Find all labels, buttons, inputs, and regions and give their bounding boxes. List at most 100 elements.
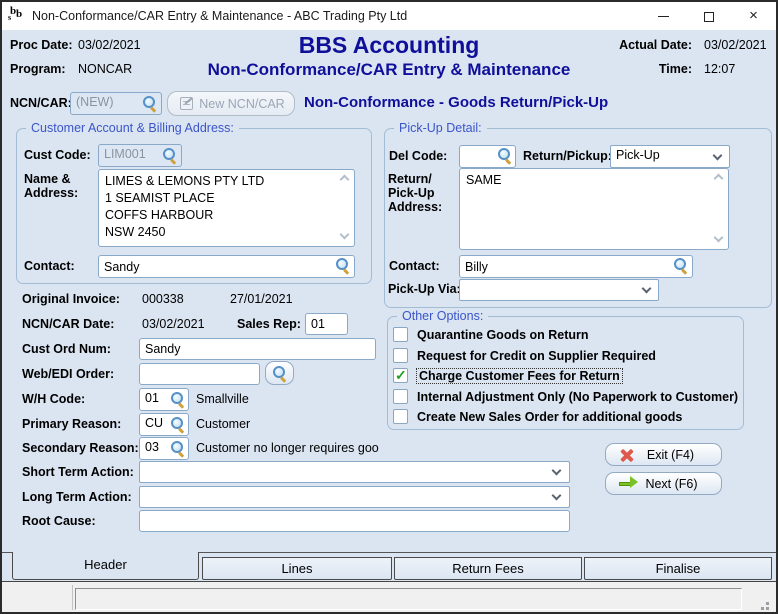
status-panel — [75, 588, 742, 610]
sales-rep-input[interactable] — [305, 313, 348, 335]
pickup-contact-label: Contact: — [389, 259, 440, 273]
scroll-up-icon[interactable] — [714, 174, 724, 184]
proc-date-label: Proc Date: — [10, 38, 73, 52]
next-button[interactable]: Next (F6) — [605, 472, 722, 495]
long-term-label: Long Term Action: — [22, 490, 132, 504]
customer-group-title: Customer Account & Billing Address: — [26, 121, 239, 135]
wh-code-value: 01 — [145, 391, 159, 405]
search-icon[interactable] — [335, 258, 351, 274]
wh-code-field[interactable]: 01 — [139, 388, 189, 411]
ncn-car-label: NCN/CAR: — [10, 96, 72, 110]
internal-adjustment-label[interactable]: Internal Adjustment Only (No Paperwork t… — [417, 390, 738, 404]
ncn-car-lookup[interactable]: (NEW) — [70, 92, 162, 115]
exit-x-icon — [620, 449, 633, 462]
program-value: NONCAR — [78, 62, 132, 76]
quarantine-label[interactable]: Quarantine Goods on Return — [417, 328, 589, 342]
cust-ord-input[interactable] — [139, 338, 376, 360]
actual-date-value: 03/02/2021 — [704, 38, 767, 52]
primary-reason-desc: Customer — [196, 417, 250, 431]
tab-header[interactable]: Header — [12, 552, 199, 580]
scroll-down-icon[interactable] — [714, 233, 724, 243]
original-invoice-number: 000338 — [142, 292, 184, 306]
billing-contact-input[interactable] — [98, 255, 355, 278]
scroll-down-icon[interactable] — [340, 230, 350, 240]
long-term-select[interactable] — [139, 486, 570, 508]
app-subtitle: Non-Conformance/CAR Entry & Maintenance — [208, 60, 571, 80]
app-icon-letter: s — [8, 13, 11, 22]
next-label: Next (F6) — [645, 473, 697, 495]
chevron-down-icon — [552, 466, 562, 476]
wh-code-desc: Smallville — [196, 392, 249, 406]
ncn-car-value: (NEW) — [76, 95, 114, 109]
primary-reason-value: CU — [145, 416, 163, 430]
minimize-button[interactable] — [641, 2, 686, 30]
pickup-via-select[interactable] — [459, 279, 659, 301]
pickup-contact-fieldwrap — [459, 255, 693, 278]
pickup-address-value: SAME — [466, 172, 708, 246]
name-address-textarea[interactable]: LIMES & LEMONS PTY LTD 1 SEAMIST PLACE C… — [98, 169, 355, 247]
secondary-reason-desc: Customer no longer requires goo — [196, 441, 379, 455]
search-icon[interactable] — [497, 148, 513, 164]
secondary-reason-field[interactable]: 03 — [139, 437, 189, 460]
close-button[interactable]: × — [731, 2, 776, 30]
primary-reason-field[interactable]: CU — [139, 413, 189, 436]
app-icon-letter: b — [16, 8, 22, 20]
exit-button[interactable]: Exit (F4) — [605, 443, 722, 466]
credit-supplier-checkbox[interactable] — [393, 348, 408, 363]
minimize-icon — [658, 16, 669, 17]
web-edi-label: Web/EDI Order: — [22, 367, 114, 381]
search-icon[interactable] — [162, 148, 178, 164]
search-icon[interactable] — [170, 392, 186, 408]
new-sales-order-checkbox[interactable] — [393, 409, 408, 424]
tab-lines[interactable]: Lines — [202, 557, 392, 580]
cust-code-field[interactable]: LIM001 — [98, 144, 182, 167]
secondary-reason-value: 03 — [145, 440, 159, 454]
pickup-address-label: Return/ Pick-Up Address: — [388, 172, 442, 214]
tab-finalise[interactable]: Finalise — [584, 557, 772, 580]
short-term-select[interactable] — [139, 461, 570, 483]
search-icon — [272, 366, 288, 382]
maximize-button[interactable] — [686, 2, 731, 30]
search-icon[interactable] — [142, 96, 158, 112]
app-window: b s b Non-Conformance/CAR Entry & Mainte… — [0, 0, 778, 614]
new-ncn-car-button[interactable]: New NCN/CAR — [167, 91, 295, 116]
return-pickup-select[interactable]: Pick-Up — [610, 145, 730, 168]
web-edi-input[interactable] — [139, 363, 260, 385]
time-value: 12:07 — [704, 62, 735, 76]
original-invoice-label: Original Invoice: — [22, 292, 120, 306]
short-term-label: Short Term Action: — [22, 465, 134, 479]
billing-contact-fieldwrap — [98, 255, 355, 278]
pickup-address-textarea[interactable]: SAME — [459, 168, 729, 250]
quarantine-checkbox[interactable] — [393, 327, 408, 342]
tab-return-fees[interactable]: Return Fees — [394, 557, 582, 580]
mode-title: Non-Conformance - Goods Return/Pick-Up — [304, 94, 608, 111]
status-bar — [2, 581, 776, 612]
chevron-down-icon — [713, 151, 723, 161]
app-title: BBS Accounting — [299, 32, 480, 59]
pickup-contact-input[interactable] — [459, 255, 693, 278]
name-address-label: Name & Address: — [24, 172, 78, 200]
chevron-down-icon — [552, 491, 562, 501]
resize-grip-icon[interactable] — [766, 602, 769, 605]
time-label: Time: — [602, 62, 692, 76]
billing-contact-label: Contact: — [24, 259, 75, 273]
charge-fees-checkbox[interactable] — [393, 368, 408, 383]
return-pickup-value: Pick-Up — [616, 148, 660, 162]
program-label: Program: — [10, 62, 66, 76]
new-sales-order-label[interactable]: Create New Sales Order for additional go… — [417, 410, 682, 424]
scroll-up-icon[interactable] — [340, 175, 350, 185]
primary-reason-label: Primary Reason: — [22, 417, 121, 431]
search-icon[interactable] — [170, 417, 186, 433]
charge-fees-label[interactable]: Charge Customer Fees for Return — [417, 369, 622, 383]
del-code-fieldwrap — [459, 145, 516, 168]
root-cause-input[interactable] — [139, 510, 570, 532]
credit-supplier-label[interactable]: Request for Credit on Supplier Required — [417, 349, 656, 363]
internal-adjustment-checkbox[interactable] — [393, 389, 408, 404]
search-icon[interactable] — [170, 441, 186, 457]
search-icon[interactable] — [673, 258, 689, 274]
web-edi-lookup-button[interactable] — [265, 361, 294, 385]
original-invoice-date: 27/01/2021 — [230, 292, 293, 306]
ncn-date-value: 03/02/2021 — [142, 317, 205, 331]
proc-date-value: 03/02/2021 — [78, 38, 141, 52]
new-document-icon — [180, 97, 193, 110]
